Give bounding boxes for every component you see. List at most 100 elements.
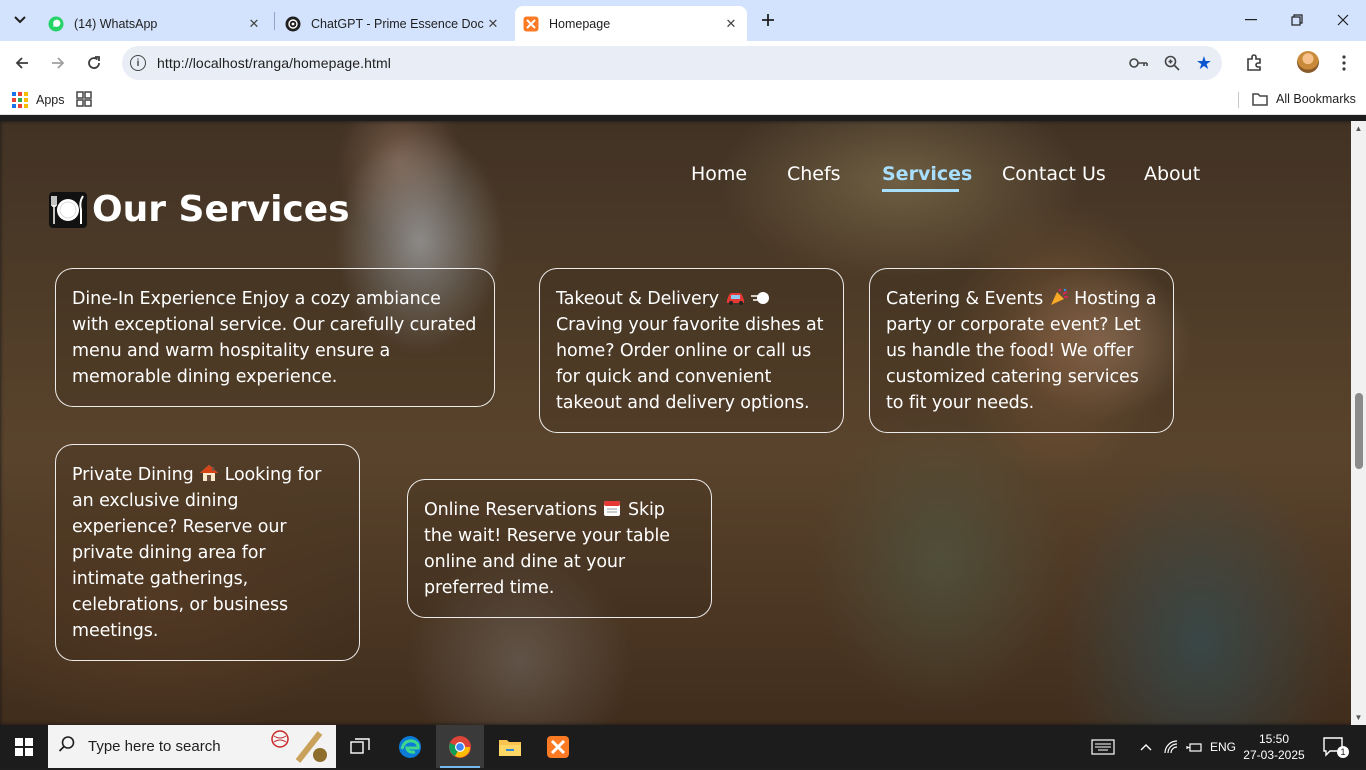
clock-date: 27-03-2025: [1243, 748, 1305, 762]
tab-separator: [274, 12, 275, 30]
nav-about[interactable]: About: [1144, 163, 1200, 185]
puzzle-icon: [1247, 54, 1261, 71]
whatsapp-icon: [48, 16, 64, 32]
chrome-icon: [449, 735, 471, 758]
service-text: Dine-In Experience Enjoy a cozy ambiance…: [72, 289, 477, 387]
address-bar[interactable]: i http://localhost/ranga/homepage.html ★: [122, 46, 1222, 80]
info-icon[interactable]: i: [130, 55, 146, 71]
bookmark-divider: [1238, 92, 1239, 108]
chatgpt-icon: [285, 16, 301, 32]
keyboard-tray-icon[interactable]: [1088, 725, 1118, 768]
scroll-up-icon[interactable]: ▲: [1354, 124, 1363, 133]
bookmarks-bar: Apps All Bookmarks: [0, 85, 1366, 115]
apps-label: Apps: [36, 93, 65, 107]
nav-chefs[interactable]: Chefs: [787, 163, 841, 185]
scrollbar-thumb[interactable]: [1355, 393, 1363, 469]
service-card-catering: Catering & Events Hosting a party or cor…: [869, 268, 1174, 433]
service-card-dine-in: Dine-In Experience Enjoy a cozy ambiance…: [55, 268, 495, 407]
forward-button[interactable]: [46, 51, 70, 75]
edge-icon: [399, 735, 421, 758]
folder-icon: [499, 739, 521, 756]
service-title: Online Reservations: [424, 500, 598, 520]
start-button[interactable]: [0, 725, 48, 768]
tab-groups-button[interactable]: [76, 91, 92, 107]
close-window-button[interactable]: [1320, 0, 1366, 40]
service-title: Private Dining: [72, 465, 194, 485]
section-title-text: Our Services: [92, 189, 350, 230]
service-title: Catering & Events: [886, 289, 1044, 309]
close-icon[interactable]: ✕: [485, 16, 501, 32]
back-button[interactable]: [10, 51, 34, 75]
language-indicator[interactable]: ENG: [1208, 725, 1238, 768]
plate-cutlery-icon: [48, 190, 88, 230]
extensions-button[interactable]: [1242, 51, 1266, 75]
taskbar-edge[interactable]: [386, 725, 434, 768]
task-view-icon: [350, 737, 370, 754]
service-card-private-dining: Private Dining Looking for an exclusive …: [55, 444, 360, 661]
service-card-online-reservations: Online Reservations Skip the wait! Reser…: [407, 479, 712, 618]
browser-tab-strip: (14) WhatsApp ✕ ChatGPT - Prime Essence …: [0, 0, 1366, 41]
taskbar-xampp[interactable]: [534, 725, 582, 768]
tab-homepage[interactable]: Homepage ✕: [515, 6, 747, 41]
page-viewport: Home Chefs Services Contact Us About Our…: [0, 121, 1366, 725]
reload-button[interactable]: [82, 51, 106, 75]
calendar-icon: [603, 499, 623, 517]
restore-button[interactable]: [1274, 0, 1320, 40]
nav-contact-us[interactable]: Contact Us: [1002, 163, 1106, 185]
close-icon[interactable]: ✕: [246, 16, 262, 32]
nav-home[interactable]: Home: [691, 163, 747, 185]
taskbar-chrome[interactable]: [436, 725, 484, 768]
tab-title: ChatGPT - Prime Essence Doc: [311, 16, 484, 31]
cricket-search-highlight-icon: [262, 729, 332, 765]
party-popper-icon: [1049, 288, 1069, 306]
service-text: Craving your favorite dishes at home? Or…: [556, 315, 824, 413]
house-icon: [199, 464, 219, 482]
browser-menu-button[interactable]: [1332, 51, 1356, 75]
tab-chatgpt[interactable]: ChatGPT - Prime Essence Doc ✕: [277, 6, 509, 41]
all-bookmarks-button[interactable]: All Bookmarks: [1252, 92, 1356, 106]
nav-active-underline: [882, 189, 959, 192]
reload-icon: [88, 56, 100, 69]
grid-icon: [76, 91, 92, 107]
chevron-down-icon: [14, 16, 26, 24]
chevron-up-icon: [1140, 743, 1152, 750]
nav-services[interactable]: Services: [882, 163, 972, 185]
page-scrollbar[interactable]: ▲ ▼: [1351, 121, 1366, 725]
service-title: Takeout & Delivery: [556, 289, 720, 309]
wifi-icon[interactable]: [1162, 725, 1182, 768]
bookmark-star-icon[interactable]: ★: [1194, 53, 1214, 73]
notification-center-button[interactable]: 1: [1322, 735, 1349, 759]
all-bookmarks-label: All Bookmarks: [1276, 92, 1356, 106]
xampp-icon: [523, 16, 539, 32]
apps-bookmark[interactable]: Apps: [12, 92, 65, 108]
tab-whatsapp[interactable]: (14) WhatsApp ✕: [40, 6, 270, 41]
tab-title: Homepage: [549, 16, 611, 31]
minimize-icon: [1245, 19, 1257, 21]
section-title: Our Services: [48, 189, 350, 230]
profile-avatar[interactable]: [1297, 51, 1319, 73]
password-key-icon[interactable]: [1129, 54, 1149, 72]
taskbar-clock[interactable]: 15:50 27-03-2025: [1240, 731, 1308, 763]
close-icon[interactable]: ✕: [723, 16, 739, 32]
windows-taskbar: Type here to search ENG 15:50 27-03-2025…: [0, 725, 1366, 768]
taskbar-file-explorer[interactable]: [486, 725, 534, 768]
arrow-right-icon: [52, 57, 65, 69]
service-text: Looking for an exclusive dining experien…: [72, 465, 322, 641]
show-hidden-icons-button[interactable]: [1136, 725, 1156, 768]
search-icon: [58, 735, 80, 758]
xampp-icon: [547, 735, 569, 758]
scroll-down-icon[interactable]: ▼: [1354, 713, 1363, 722]
clock-time: 15:50: [1258, 732, 1290, 746]
car-icon: [725, 288, 745, 306]
search-placeholder: Type here to search: [88, 738, 221, 755]
taskbar-search-box[interactable]: Type here to search: [48, 725, 336, 768]
battery-plug-icon[interactable]: [1184, 725, 1204, 768]
more-vertical-icon: [1342, 55, 1346, 71]
url-text[interactable]: http://localhost/ranga/homepage.html: [157, 55, 391, 71]
new-tab-button[interactable]: [757, 8, 779, 32]
plus-icon: [762, 14, 774, 26]
minimize-button[interactable]: [1228, 0, 1274, 40]
task-view-button[interactable]: [336, 725, 384, 768]
tab-search-button[interactable]: [8, 8, 32, 32]
zoom-icon[interactable]: [1162, 54, 1182, 72]
